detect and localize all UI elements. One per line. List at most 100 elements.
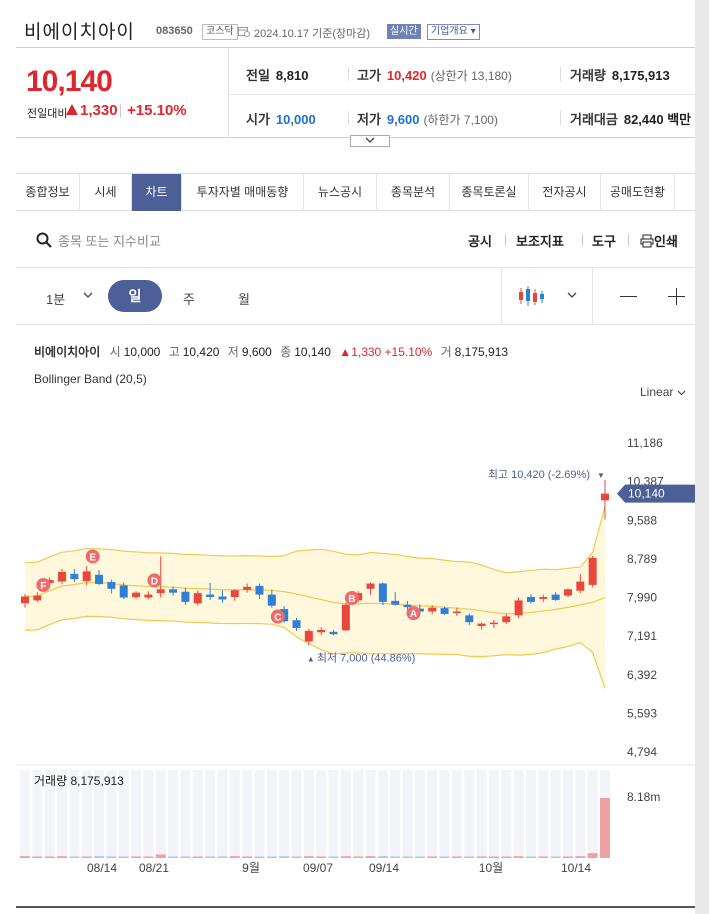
volume-bar[interactable] [69,856,80,859]
volume-bar[interactable] [291,856,302,859]
candle-body[interactable] [366,583,375,589]
volume-bar[interactable] [254,856,265,859]
candle-body[interactable] [181,591,190,602]
candle-body[interactable] [514,600,523,616]
volume-bar[interactable] [501,856,512,859]
candle-body[interactable] [477,623,486,627]
candle-body[interactable] [465,615,474,623]
volume-bar[interactable] [168,856,179,859]
candle-body[interactable] [576,581,585,591]
candle-body[interactable] [329,631,338,635]
volume-bar[interactable] [328,856,339,859]
candle-body[interactable] [119,585,128,598]
volume-bar[interactable] [562,856,573,859]
candle-body[interactable] [58,571,67,582]
volume-bar[interactable] [242,856,253,859]
volume-bar[interactable] [106,856,117,859]
candle-body[interactable] [502,616,511,623]
volume-bar[interactable] [414,856,425,859]
candle-body[interactable] [292,620,301,628]
volume-bar[interactable] [192,856,203,859]
candle-body[interactable] [539,597,548,599]
candle-body[interactable] [588,557,597,585]
candle-body[interactable] [206,594,215,598]
candle-body[interactable] [452,611,461,614]
candle-body[interactable] [551,594,560,600]
volume-bar[interactable] [266,856,277,859]
volume-bar[interactable] [279,856,290,858]
volume-bg-bar [390,770,401,858]
candle-body[interactable] [267,594,276,606]
x-tick-label: 08/21 [139,861,169,875]
candle-body[interactable] [132,592,141,598]
candle-body[interactable] [391,600,400,605]
volume-bg-bar [365,770,376,858]
candle-body[interactable] [341,604,350,631]
volume-bar[interactable] [365,856,376,858]
volume-bar[interactable] [131,856,142,859]
candle-body[interactable] [378,583,387,602]
volume-bar[interactable] [439,856,450,859]
candle-body[interactable] [156,589,165,594]
volume-bar[interactable] [377,856,388,858]
volume-bg-bar [340,770,351,858]
volume-bar[interactable] [550,856,561,859]
candle-body[interactable] [33,595,42,601]
volume-bar[interactable] [587,853,598,858]
volume-bar[interactable] [217,856,228,859]
volume-bar[interactable] [451,856,462,859]
candle-body[interactable] [243,586,252,590]
volume-bar[interactable] [402,856,413,859]
candle-body[interactable] [193,593,202,604]
volume-bar[interactable] [538,856,549,859]
price-chart[interactable]: 11,18610,3879,5888,7897,9907,1916,3925,5… [16,0,695,900]
volume-bar[interactable] [205,856,216,859]
candle-body[interactable] [317,629,326,633]
candle-body[interactable] [95,574,104,584]
candle-body[interactable] [21,596,29,604]
volume-bar[interactable] [57,856,68,858]
volume-bar[interactable] [229,856,240,858]
volume-bar[interactable] [20,856,30,858]
candle-body[interactable] [107,582,116,589]
volume-bar[interactable] [525,856,536,859]
volume-bar[interactable] [488,856,499,859]
volume-bar[interactable] [427,856,438,859]
volume-bar[interactable] [118,856,129,859]
volume-bar[interactable] [340,856,351,858]
volume-bg-bar [316,770,327,858]
volume-bar[interactable] [155,854,166,858]
volume-bg-bar [266,770,277,858]
volume-bar[interactable] [513,856,524,858]
candle-body[interactable] [563,589,572,596]
volume-bar[interactable] [94,856,105,858]
volume-bar[interactable] [464,856,475,859]
volume-bar[interactable] [32,856,43,859]
candle-body[interactable] [218,596,227,600]
candle-body[interactable] [82,571,91,582]
candle-body[interactable] [304,630,313,642]
candle-body[interactable] [144,594,153,598]
volume-bar[interactable] [44,856,55,859]
volume-bar[interactable] [180,856,191,859]
candle-body[interactable] [428,607,437,612]
volume-bar[interactable] [316,856,327,859]
candle-body[interactable] [230,590,239,598]
volume-bar[interactable] [81,856,92,859]
volume-bar[interactable] [600,798,610,858]
volume-bar[interactable] [143,856,154,859]
volume-bar[interactable] [303,856,314,858]
volume-bar[interactable] [575,856,586,858]
candle-body[interactable] [601,493,609,501]
volume-bg-bar [414,770,425,858]
candle-body[interactable] [526,597,535,602]
candle-body[interactable] [440,608,449,614]
volume-bar[interactable] [353,856,364,859]
volume-bar[interactable] [390,856,401,859]
candle-body[interactable] [489,622,498,625]
volume-bar[interactable] [476,856,487,859]
candle-body[interactable] [169,589,178,593]
candle-body[interactable] [70,573,79,580]
candle-body[interactable] [255,585,264,595]
candle-body[interactable] [403,604,412,608]
